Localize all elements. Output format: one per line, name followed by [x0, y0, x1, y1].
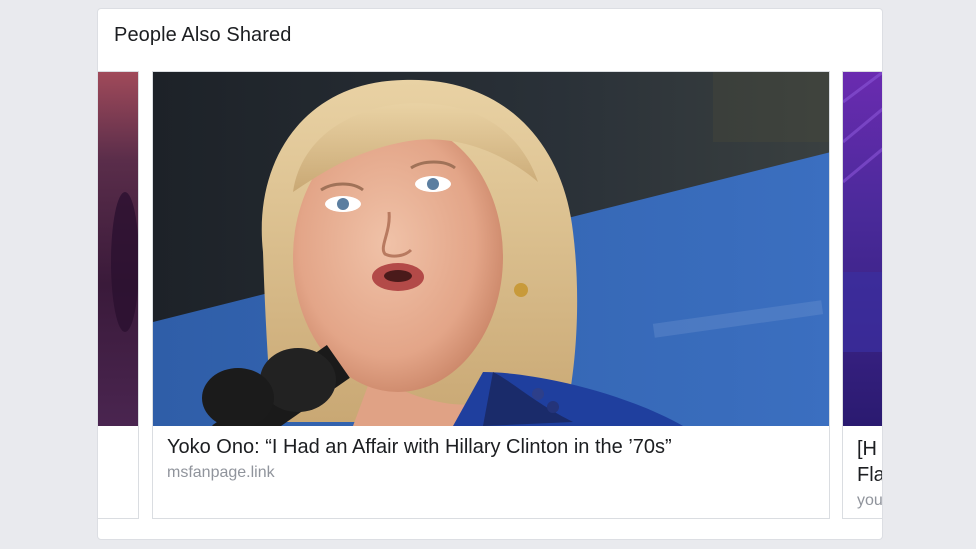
next-story-title[interactable]: [H Fla — [857, 436, 883, 488]
next-story-domain: you — [857, 492, 883, 509]
next-story-card[interactable]: [H Fla you — [842, 71, 883, 519]
main-story-card[interactable]: Yoko Ono: “I Had an Affair with Hillary … — [152, 71, 830, 519]
next-story-title-line1: [H — [857, 438, 877, 460]
previous-story-thumbnail[interactable] — [98, 72, 138, 426]
main-story-title[interactable]: Yoko Ono: “I Had an Affair with Hillary … — [167, 436, 672, 459]
section-title: People Also Shared — [114, 24, 292, 46]
previous-story-card[interactable] — [98, 71, 139, 519]
next-story-title-line2: Fla — [857, 464, 883, 486]
next-story-thumbnail[interactable] — [843, 72, 882, 426]
people-also-shared-card: People Also Shared Yoko Ono: “I Had an A… — [97, 8, 883, 540]
shared-stories-carousel[interactable]: Yoko Ono: “I Had an Affair with Hillary … — [98, 71, 883, 530]
main-story-thumbnail[interactable] — [153, 72, 829, 426]
main-story-domain: msfanpage.link — [167, 464, 275, 481]
